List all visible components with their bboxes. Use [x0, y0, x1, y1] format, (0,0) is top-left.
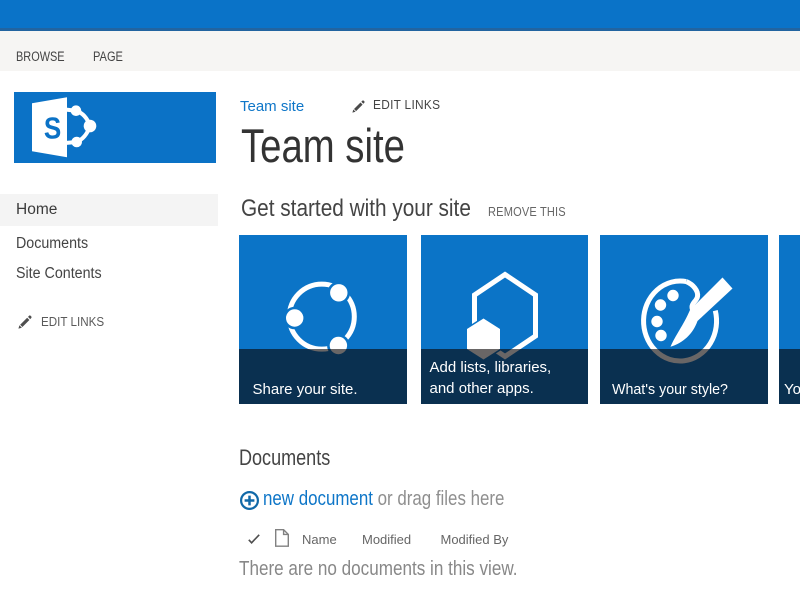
svg-text:S: S — [44, 111, 61, 146]
